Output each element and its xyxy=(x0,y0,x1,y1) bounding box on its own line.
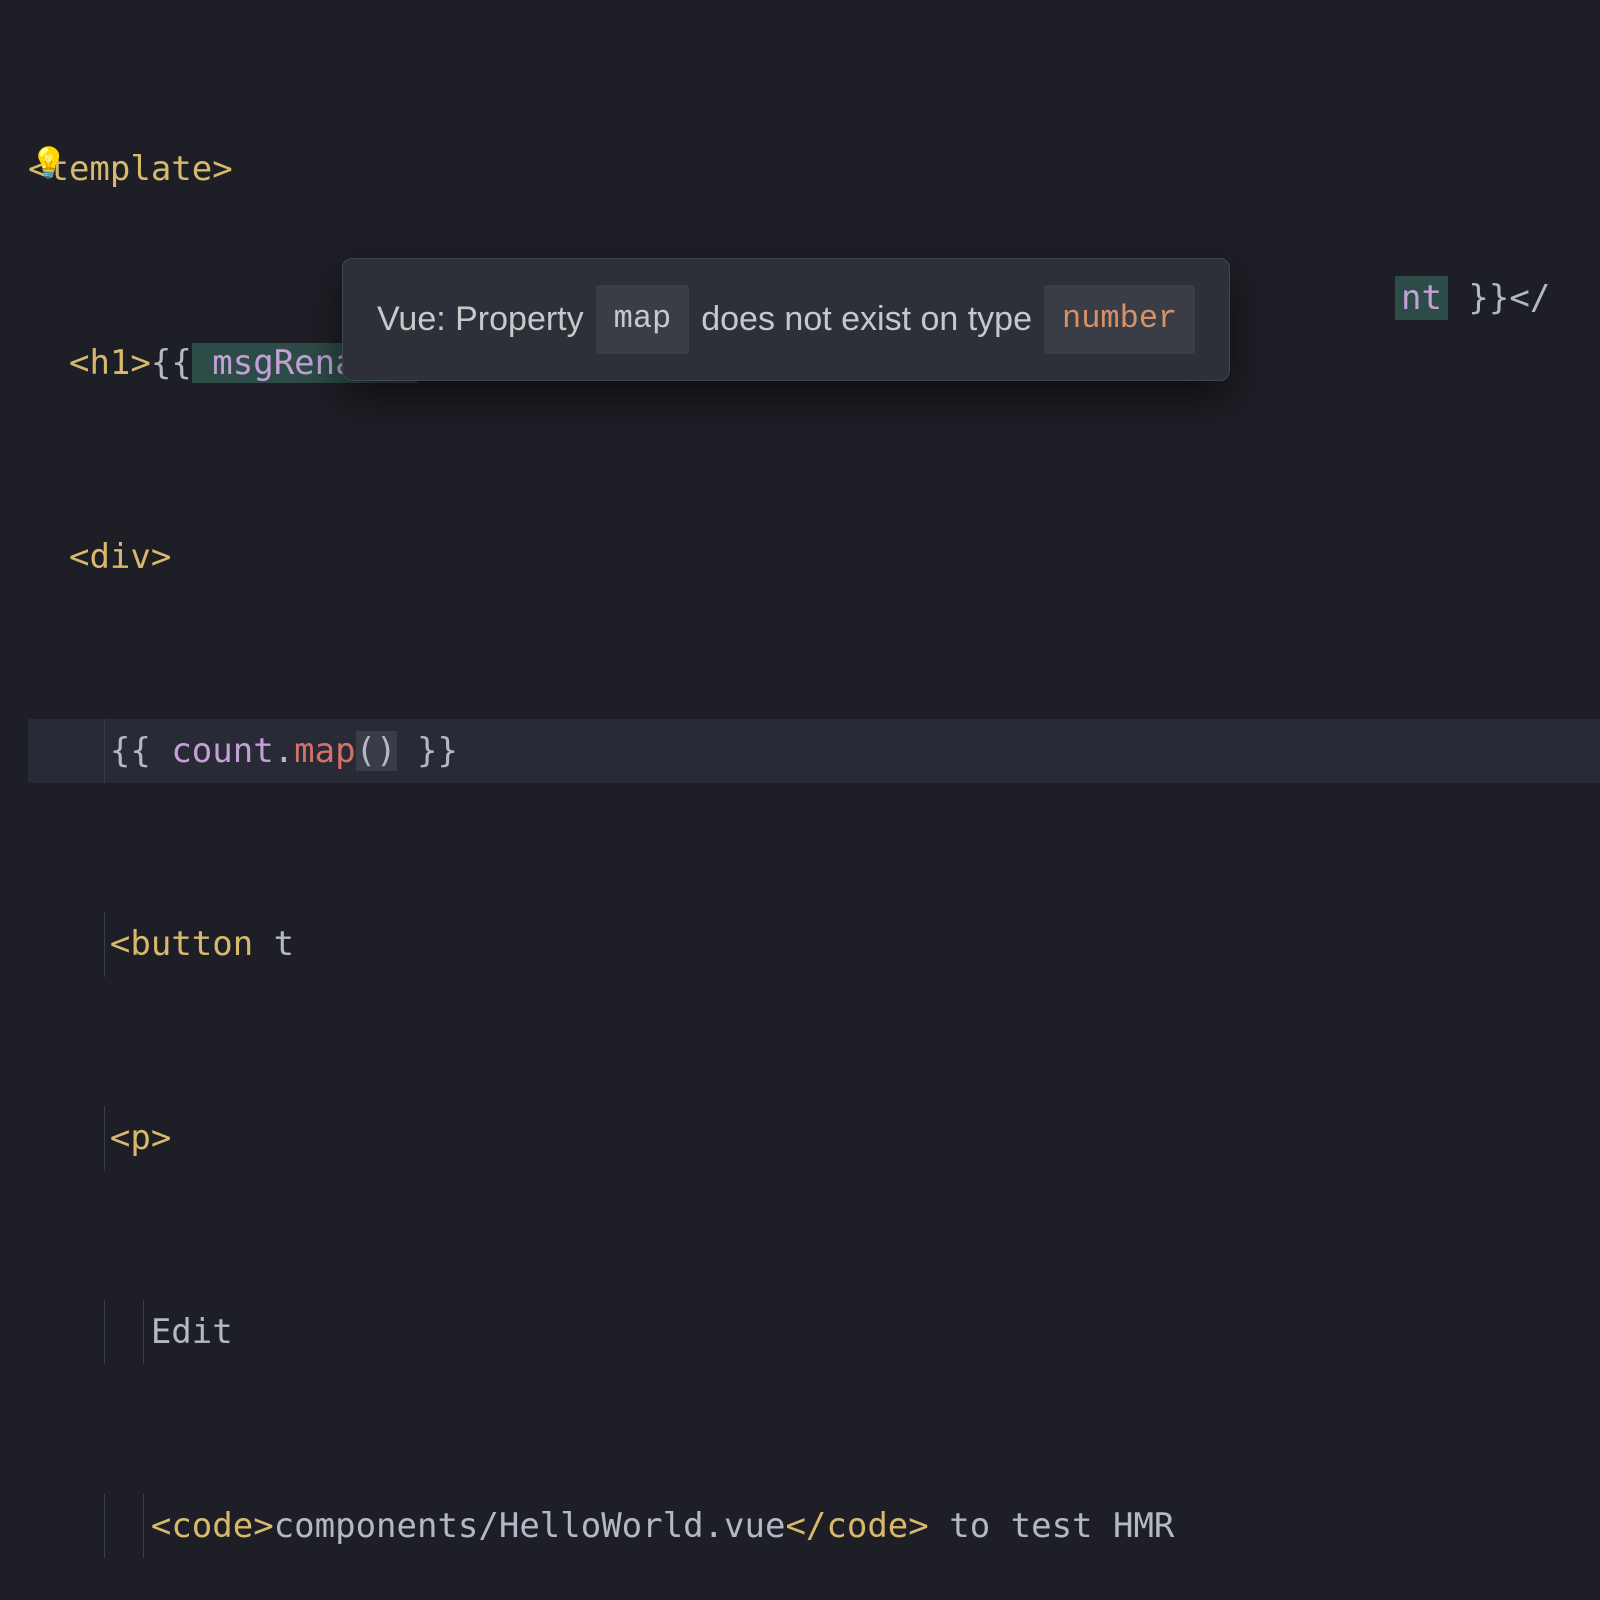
code-line[interactable]: <p> xyxy=(28,1106,1600,1171)
tooltip-prefix: Vue: Property xyxy=(377,287,584,352)
indent-guide xyxy=(104,1300,105,1365)
bracket: > xyxy=(212,149,232,189)
code-editor[interactable]: <template> <h1>{{ msgRename }}</h1> <div… xyxy=(0,0,1600,1600)
lightbulb-icon[interactable]: 💡 xyxy=(30,135,67,192)
tag-name: template xyxy=(48,149,212,189)
indent-guide xyxy=(104,912,105,977)
code-line-active[interactable]: {{ count.map() }} xyxy=(28,719,1600,784)
variable: count xyxy=(171,731,273,771)
indent-guide xyxy=(104,719,105,784)
tooltip-mid: does not exist on type xyxy=(701,287,1032,352)
code-line[interactable]: <button t xyxy=(28,912,1600,977)
indent-guide xyxy=(143,1494,144,1559)
indent-guide xyxy=(104,1494,105,1559)
tooltip-type: number xyxy=(1044,285,1195,354)
code-line[interactable]: Edit xyxy=(28,1300,1600,1365)
indent-guide xyxy=(143,1300,144,1365)
code-line[interactable]: <code>components/HelloWorld.vue</code> t… xyxy=(28,1494,1600,1559)
indent-guide xyxy=(104,1106,105,1171)
error-tooltip[interactable]: Vue: Property map does not exist on type… xyxy=(342,258,1230,381)
tooltip-property: map xyxy=(596,285,690,354)
error-token[interactable]: map xyxy=(294,731,355,771)
code-line[interactable]: <template> xyxy=(28,137,1600,202)
code-fragment-obscured: nt }}</ xyxy=(1395,266,1550,331)
selection: () xyxy=(356,731,397,771)
code-line[interactable]: <div> xyxy=(28,525,1600,590)
